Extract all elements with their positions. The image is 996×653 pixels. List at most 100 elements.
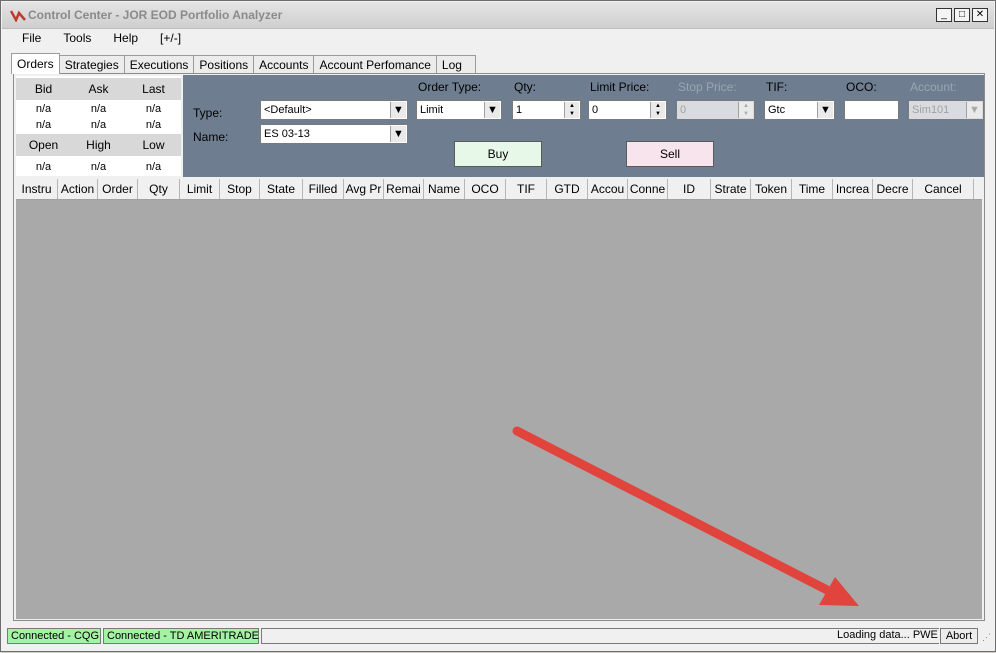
column-header-cancel[interactable]: Cancel: [913, 179, 974, 199]
column-header-increa[interactable]: Increa: [833, 179, 873, 199]
oco-label: OCO:: [846, 80, 877, 94]
bid-size: n/a: [35, 119, 52, 131]
tab-executions[interactable]: Executions: [123, 55, 195, 73]
status-bar: Connected - CQG Connected - TD AMERITRAD…: [7, 628, 991, 646]
column-header-order[interactable]: Order: [98, 179, 138, 199]
quote-row-3: n/a n/a n/a: [16, 159, 181, 175]
orders-grid[interactable]: Instru Action Order Qty Limit Stop State Filled…: [16, 179, 982, 619]
chevron-down-icon: ▼: [817, 102, 833, 118]
column-header-oco[interactable]: OCO: [465, 179, 506, 199]
abort-button[interactable]: Abort: [940, 628, 978, 644]
account-label: Account:: [910, 80, 957, 94]
ask-size: n/a: [90, 119, 107, 131]
resize-grip-icon[interactable]: ⋰: [982, 632, 991, 643]
spinner-icon[interactable]: ▲ ▼: [650, 102, 665, 118]
minimize-icon: _: [941, 9, 947, 20]
low-label: Low: [142, 138, 165, 152]
column-header-accou[interactable]: Accou: [588, 179, 628, 199]
last-value: n/a: [145, 103, 162, 115]
menu-bar: File Tools Help [+/-]: [11, 30, 192, 48]
app-logo-icon: [10, 10, 26, 22]
spinner-icon[interactable]: ▲ ▼: [564, 102, 579, 118]
tab-account-performance[interactable]: Account Perfomance: [313, 55, 437, 73]
column-header-remai[interactable]: Remai: [384, 179, 424, 199]
type-select-value: <Default>: [264, 104, 312, 116]
title-bar: Control Center - JOR EOD Portfolio Analy…: [2, 2, 994, 29]
column-header-strate[interactable]: Strate: [711, 179, 751, 199]
order-entry-panel: Type: <Default> ▼ Name: ES 03-13 ▼ Order…: [183, 75, 984, 177]
tab-log[interactable]: Log: [435, 55, 476, 73]
type-select[interactable]: <Default> ▼: [260, 100, 408, 120]
spinner-icon: ▲ ▼: [738, 102, 753, 118]
menu-tools[interactable]: Tools: [52, 30, 102, 48]
column-header-qty[interactable]: Qty: [138, 179, 180, 199]
menu-toggle[interactable]: [+/-]: [149, 30, 192, 48]
type-label: Type:: [193, 106, 223, 120]
account-select[interactable]: Sim101 ▼: [908, 100, 984, 120]
menu-file[interactable]: File: [11, 30, 52, 48]
qty-label: Qty:: [514, 80, 537, 94]
oco-input[interactable]: [844, 100, 899, 120]
minimize-button[interactable]: _: [936, 8, 952, 22]
column-header-tif[interactable]: TIF: [506, 179, 547, 199]
name-label: Name:: [193, 130, 229, 144]
quote-box: Bid Ask Last n/a n/a n/a n/a n/a n/a Ope…: [16, 76, 181, 176]
limit-price-value: 0: [592, 104, 599, 116]
close-button[interactable]: ✕: [972, 8, 988, 22]
stop-price-stepper[interactable]: 0 ▲ ▼: [676, 100, 755, 120]
tif-select[interactable]: Gtc ▼: [764, 100, 835, 120]
column-header-state[interactable]: State: [260, 179, 303, 199]
open-label: Open: [28, 138, 59, 152]
column-header-action[interactable]: Action: [58, 179, 98, 199]
maximize-button[interactable]: □: [954, 8, 970, 22]
account-value: Sim101: [912, 104, 950, 116]
column-header-id[interactable]: ID: [668, 179, 711, 199]
close-icon: ✕: [975, 9, 985, 20]
high-label: High: [86, 138, 111, 152]
limit-price-label: Limit Price:: [590, 80, 650, 94]
column-header-conne[interactable]: Conne: [628, 179, 668, 199]
ask-label: Ask: [88, 82, 109, 96]
chevron-down-icon: ▼: [390, 126, 406, 142]
chevron-down-icon: ▼: [390, 102, 406, 118]
stop-price-label: Stop Price:: [678, 80, 737, 94]
column-header-instru[interactable]: Instru: [16, 179, 58, 199]
sell-button[interactable]: Sell: [626, 141, 714, 167]
last-size: n/a: [145, 119, 162, 131]
orders-panel: Bid Ask Last n/a n/a n/a n/a n/a n/a Ope…: [13, 73, 985, 621]
quote-header-1: Bid Ask Last: [16, 78, 181, 100]
maximize-icon: □: [958, 9, 966, 20]
column-header-gtd[interactable]: GTD: [547, 179, 588, 199]
quote-header-2: Open High Low: [16, 134, 181, 156]
quote-row-2: n/a n/a n/a: [16, 117, 181, 133]
column-header-avg-pr[interactable]: Avg Pr: [344, 179, 384, 199]
column-header-filled[interactable]: Filled: [303, 179, 344, 199]
control-center-window: Control Center - JOR EOD Portfolio Analy…: [0, 0, 996, 652]
column-header-time[interactable]: Time: [792, 179, 833, 199]
buy-button[interactable]: Buy: [454, 141, 542, 167]
menu-help[interactable]: Help: [102, 30, 149, 48]
stop-price-value: 0: [680, 104, 687, 116]
qty-stepper[interactable]: 1 ▲ ▼: [512, 100, 581, 120]
column-header-stop[interactable]: Stop: [220, 179, 260, 199]
tab-strategies[interactable]: Strategies: [58, 55, 125, 73]
limit-price-stepper[interactable]: 0 ▲ ▼: [588, 100, 667, 120]
order-type-select[interactable]: Limit ▼: [416, 100, 502, 120]
instrument-select[interactable]: ES 03-13 ▼: [260, 124, 408, 144]
instrument-select-value: ES 03-13: [264, 128, 310, 140]
low-value: n/a: [145, 161, 162, 173]
tab-orders[interactable]: Orders: [11, 53, 60, 74]
orders-grid-header: Instru Action Order Qty Limit Stop State Filled…: [16, 179, 982, 200]
chevron-down-icon: ▼: [484, 102, 500, 118]
column-header-decre[interactable]: Decre: [873, 179, 913, 199]
connection-status-cqg: Connected - CQG: [7, 628, 101, 644]
order-type-value: Limit: [420, 104, 444, 116]
tab-strip: Orders Strategies Executions Positions A…: [11, 53, 476, 74]
column-header-name[interactable]: Name: [424, 179, 465, 199]
column-header-token[interactable]: Token: [751, 179, 792, 199]
tab-accounts[interactable]: Accounts: [253, 55, 315, 73]
open-value: n/a: [35, 161, 52, 173]
high-value: n/a: [90, 161, 107, 173]
column-header-limit[interactable]: Limit: [180, 179, 220, 199]
tab-positions[interactable]: Positions: [193, 55, 255, 73]
